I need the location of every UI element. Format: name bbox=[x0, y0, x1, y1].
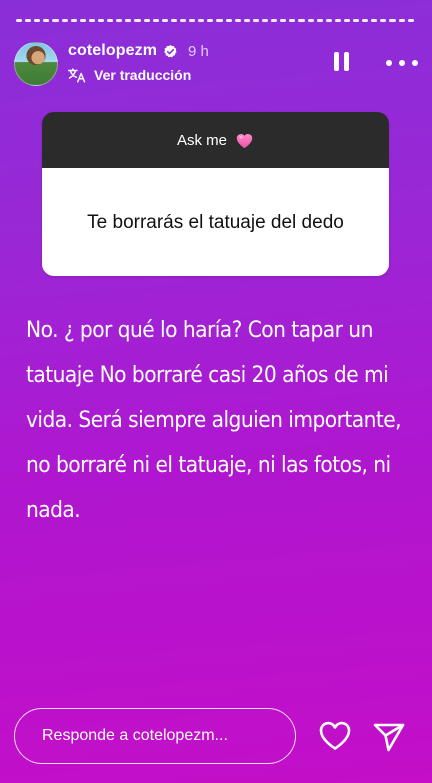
progress-segment bbox=[362, 19, 369, 22]
translate-icon bbox=[68, 68, 86, 83]
progress-segment bbox=[143, 19, 150, 22]
progress-segment bbox=[88, 19, 95, 22]
progress-segment bbox=[371, 19, 378, 22]
progress-segment bbox=[43, 19, 50, 22]
progress-segment bbox=[16, 19, 23, 22]
progress-segment bbox=[307, 19, 314, 22]
story-header: cotelopezm 9 h Ver traducción bbox=[14, 40, 418, 88]
progress-segment bbox=[161, 19, 168, 22]
avatar[interactable] bbox=[14, 42, 58, 86]
progress-segment bbox=[380, 19, 387, 22]
question-text: Te borrarás el tatuaje del dedo bbox=[42, 168, 389, 276]
progress-segment bbox=[170, 19, 177, 22]
progress-segment bbox=[325, 19, 332, 22]
progress-segment bbox=[271, 19, 278, 22]
progress-segment bbox=[125, 19, 132, 22]
progress-segment bbox=[389, 19, 396, 22]
progress-segment bbox=[407, 19, 414, 22]
progress-segment bbox=[225, 19, 232, 22]
progress-segment bbox=[25, 19, 32, 22]
progress-segment bbox=[179, 19, 187, 22]
progress-segment bbox=[243, 19, 250, 22]
progress-segment bbox=[298, 19, 305, 22]
progress-segment bbox=[343, 19, 351, 22]
progress-segment bbox=[97, 19, 105, 22]
progress-segment bbox=[52, 19, 59, 22]
progress-segment bbox=[198, 19, 205, 22]
progress-segment bbox=[234, 19, 241, 22]
story-viewer[interactable]: cotelopezm 9 h Ver traducción Ask me Te … bbox=[0, 0, 432, 783]
progress-segment bbox=[280, 19, 287, 22]
username-row: cotelopezm 9 h bbox=[68, 42, 209, 60]
progress-segment bbox=[70, 19, 77, 22]
translate-label: Ver traducción bbox=[94, 67, 192, 83]
progress-segment bbox=[261, 19, 269, 22]
progress-segment bbox=[289, 19, 296, 22]
answer-text: No. ¿ por qué lo haría? Con tapar un tat… bbox=[26, 318, 402, 523]
pause-icon bbox=[333, 52, 339, 71]
pause-icon-bar bbox=[343, 52, 349, 71]
progress-segment bbox=[134, 19, 141, 22]
more-options-icon bbox=[386, 60, 392, 66]
progress-segment bbox=[61, 19, 68, 22]
progress-segment bbox=[334, 19, 341, 22]
more-options-dot bbox=[399, 60, 405, 66]
question-sticker-title: Ask me bbox=[176, 131, 227, 149]
progress-segment bbox=[34, 19, 41, 22]
reply-input[interactable]: Responde a cotelopezm... bbox=[14, 708, 296, 764]
question-sticker-header: Ask me bbox=[42, 112, 389, 168]
pause-button[interactable] bbox=[330, 52, 352, 76]
question-sticker[interactable]: Ask me Te borrarás el tatuaje del dedo bbox=[42, 112, 389, 276]
progress-segment bbox=[107, 19, 114, 22]
pink-heart-icon bbox=[236, 133, 253, 148]
progress-segment bbox=[316, 19, 323, 22]
send-icon[interactable] bbox=[372, 720, 406, 754]
verified-badge-icon bbox=[164, 44, 177, 57]
more-options-button[interactable] bbox=[386, 58, 418, 68]
heart-outline-icon[interactable] bbox=[318, 720, 352, 752]
username[interactable]: cotelopezm bbox=[68, 42, 157, 60]
progress-segment bbox=[207, 19, 214, 22]
story-progress-bar bbox=[16, 19, 414, 23]
progress-segment bbox=[353, 19, 360, 22]
translate-link[interactable]: Ver traducción bbox=[68, 67, 191, 83]
progress-segment bbox=[189, 19, 196, 22]
progress-segment bbox=[252, 19, 259, 22]
reply-placeholder: Responde a cotelopezm... bbox=[42, 727, 228, 744]
timestamp: 9 h bbox=[188, 42, 209, 60]
progress-segment bbox=[216, 19, 223, 22]
progress-segment bbox=[152, 19, 159, 22]
progress-segment bbox=[116, 19, 123, 22]
progress-segment bbox=[398, 19, 405, 22]
progress-segment bbox=[79, 19, 86, 22]
more-options-dot bbox=[412, 60, 418, 66]
